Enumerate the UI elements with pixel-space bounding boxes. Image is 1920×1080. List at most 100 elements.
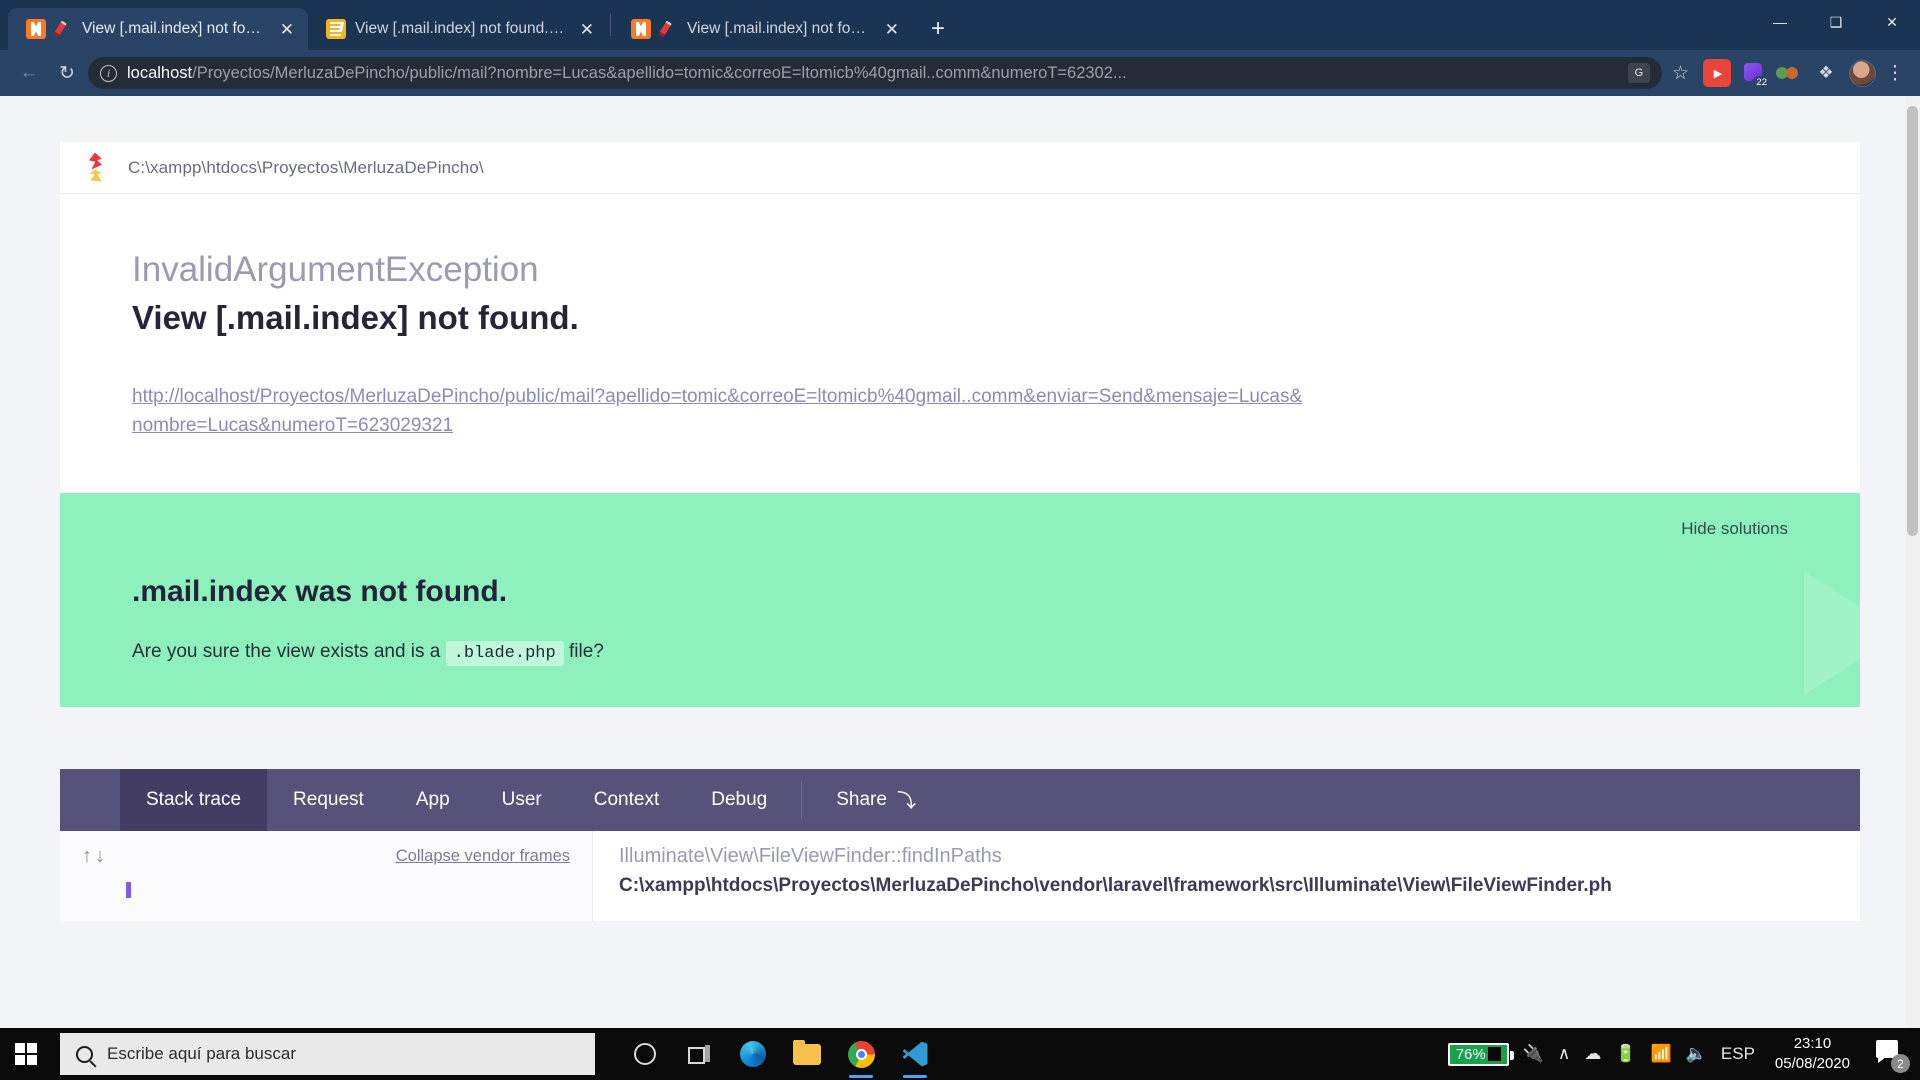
tab-title: View [.mail.index] not found. [687,20,872,37]
chrome-icon[interactable] [837,1028,885,1080]
solution-title: .mail.index was not found. [132,574,508,608]
purple-extension-icon[interactable]: 22 [1739,59,1771,90]
request-url-link[interactable]: http://localhost/Proyectos/MerluzaDePinc… [132,382,1312,441]
bookmark-star-icon[interactable]: ☆ [1666,62,1695,85]
system-tray: 76% 🔌 ∧ ☁ 🔋 📶 🔈 ESP 23:10 05/08/2020 2 [1447,1034,1920,1075]
trace-section: Stack trace Request App User Context Deb… [60,768,1860,921]
task-view-icon[interactable] [675,1028,723,1080]
ignition-flame-icon [86,152,106,183]
address-bar[interactable]: i localhost/Proyectos/MerluzaDePincho/pu… [88,57,1662,89]
arrow-up-icon[interactable]: ↑ [82,845,95,867]
page-scrollbar[interactable] [1905,96,1920,1048]
xampp-icon [631,19,651,39]
pencil-icon [660,20,678,38]
window-controls: — ❑ ✕ [1752,0,1920,44]
search-icon [76,1045,93,1063]
page-container: C:\xampp\htdocs\Proyectos\MerluzaDePinch… [0,96,1920,921]
close-window-button[interactable]: ✕ [1864,0,1920,44]
idm-extension-icon[interactable] [1703,59,1731,87]
translate-icon[interactable]: G [1627,63,1650,83]
frame-function: Illuminate\View\FileViewFinder::findInPa… [619,844,1002,867]
browser-tab-2[interactable]: View [.mail.index] not found. - St ✕ [308,8,608,50]
tab-context[interactable]: Context [568,769,685,831]
windows-taskbar: Escribe aquí para buscar 76% 🔌 ∧ ☁ 🔋 📶 🔈… [0,1028,1920,1080]
wifi-icon[interactable]: 📶 [1651,1044,1672,1064]
search-placeholder: Escribe aquí para buscar [107,1044,296,1063]
maximize-button[interactable]: ❑ [1808,0,1864,44]
browser-toolbar: ← → ↻ i localhost/Proyectos/MerluzaDePin… [0,50,1920,96]
tab-close-button[interactable]: ✕ [881,21,903,38]
tab-title: View [.mail.index] not found. - St [355,20,567,37]
tab-title: View [.mail.index] not found. [82,20,267,37]
back-icon[interactable]: ← [12,56,46,90]
page-viewport: C:\xampp\htdocs\Proyectos\MerluzaDePinch… [0,96,1920,1048]
hide-solutions-link[interactable]: Hide solutions [132,519,1788,539]
avatar[interactable] [1849,59,1876,87]
battery-percent-badge[interactable]: 76% [1447,1042,1514,1066]
vscode-icon[interactable] [891,1028,939,1080]
site-info-icon[interactable]: i [100,64,117,82]
tab-separator [610,14,611,36]
tab-request[interactable]: Request [267,769,390,831]
arrow-down-icon[interactable]: ↓ [95,845,108,867]
volume-icon[interactable]: 🔈 [1686,1044,1707,1064]
goggles-extension-icon[interactable] [1775,59,1803,87]
url-path: /Proyectos/MerluzaDePincho/public/mail?n… [192,63,1127,82]
pencil-icon [55,20,73,38]
language-indicator[interactable]: ESP [1721,1044,1755,1064]
xampp-icon [26,19,46,39]
collapse-vendor-frames-link[interactable]: Collapse vendor frames [396,847,570,866]
file-explorer-icon[interactable] [783,1028,831,1080]
url-host: localhost [127,63,193,82]
tab-close-button[interactable]: ✕ [576,21,598,38]
taskbar-apps [621,1028,939,1080]
tab-user[interactable]: User [476,769,568,831]
trace-tab-divider [801,780,803,819]
power-plug-icon[interactable]: 🔌 [1523,1044,1544,1064]
ignition-header: C:\xampp\htdocs\Proyectos\MerluzaDePinch… [60,142,1860,194]
exception-block: InvalidArgumentException View [.mail.ind… [60,194,1860,493]
tab-strip: View [.mail.index] not found. ✕ View [.m… [0,0,1920,50]
tab-close-button[interactable]: ✕ [276,21,298,38]
browser-window: View [.mail.index] not found. ✕ View [.m… [0,0,1920,1080]
extension-badge: 22 [1752,76,1771,90]
battery-icon[interactable]: 🔋 [1615,1044,1636,1064]
trace-body: ↑↓ Collapse vendor frames Illuminate\Vie… [60,830,1860,921]
tab-debug[interactable]: Debug [685,769,793,831]
share-button[interactable]: Share ⤵ [810,769,942,831]
new-tab-button[interactable]: + [921,12,955,46]
browser-tab-1[interactable]: View [.mail.index] not found. ✕ [8,8,308,50]
notifications-button[interactable]: 2 [1874,1037,1910,1073]
solution-description: Are you sure the view exists and is a .b… [132,640,1788,666]
taskbar-search-input[interactable]: Escribe aquí para buscar [60,1033,595,1075]
browser-menu-icon[interactable]: ⋮ [1882,62,1908,85]
trace-frame-detail: Illuminate\View\FileViewFinder::findInPa… [593,831,1860,921]
stackoverflow-icon [326,19,346,39]
windows-logo-icon [15,1043,37,1065]
solution-text-after: file? [568,640,604,662]
share-arrow-icon: ⤵ [896,791,916,813]
trace-frame-list: ↑↓ Collapse vendor frames [60,830,593,921]
reload-icon[interactable]: ↻ [50,56,84,90]
scrollbar-thumb[interactable] [1907,106,1918,536]
chevron-up-icon[interactable]: ∧ [1558,1044,1570,1064]
tab-app[interactable]: App [390,769,476,831]
solution-text-before: Are you sure the view exists and is a [132,640,441,662]
edge-icon[interactable] [729,1028,777,1080]
share-label: Share [836,788,887,810]
tab-stack-trace[interactable]: Stack trace [120,768,268,831]
trace-tab-bar: Stack trace Request App User Context Deb… [60,768,1860,831]
exception-class: InvalidArgumentException [132,250,539,289]
frame-file-path: C:\xampp\htdocs\Proyectos\MerluzaDePinch… [619,874,1612,896]
clock-date: 05/08/2020 [1774,1055,1850,1072]
puzzle-extensions-icon[interactable]: ❖ [1813,60,1839,86]
clock[interactable]: 23:10 05/08/2020 [1775,1034,1850,1075]
cortana-icon[interactable] [621,1028,669,1080]
browser-tab-3[interactable]: View [.mail.index] not found. ✕ [613,8,913,50]
frame-nav-arrows[interactable]: ↑↓ [82,845,108,868]
onedrive-icon[interactable]: ☁ [1584,1044,1601,1064]
start-button[interactable] [0,1028,52,1080]
active-frame-marker [126,881,131,898]
minimize-button[interactable]: — [1752,0,1808,44]
solution-code-chip: .blade.php [445,640,564,666]
